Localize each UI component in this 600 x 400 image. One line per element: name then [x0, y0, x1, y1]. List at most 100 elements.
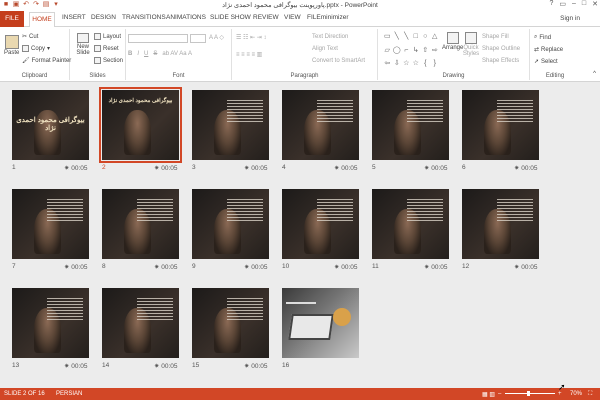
replace-button[interactable]: ⇄ Replace [534, 46, 563, 54]
slide-thumbnail[interactable]: بیوگرافی محمود احمدی نژاد [99, 87, 182, 163]
slide-number: 8 [102, 263, 106, 270]
minimize-icon[interactable]: – [572, 0, 576, 8]
slide-title: بیوگرافی محمود احمدی نژاد [16, 117, 85, 132]
slide-thumbnail[interactable] [282, 90, 359, 160]
window-title: پاورپوینت بیوگرافی محمود احمدی نژاد.pptx… [222, 2, 378, 9]
slide-thumbnail[interactable] [102, 189, 179, 259]
font-name-combo[interactable] [128, 34, 188, 43]
quick-styles-button[interactable]: Quick Styles [462, 32, 480, 57]
view-buttons[interactable]: ▦ ▥ [482, 391, 495, 398]
slide-thumbnail[interactable] [372, 189, 449, 259]
close-icon[interactable]: ✕ [592, 0, 598, 8]
slide-timing: ✷ 00:05 [334, 264, 358, 271]
tab-fileminimizer[interactable]: FILEminimizer [307, 14, 349, 21]
tab-review[interactable]: REVIEW [253, 14, 279, 21]
reset-button[interactable]: Reset [94, 45, 119, 52]
slide-thumbnail[interactable] [12, 288, 89, 358]
scissors-icon: ✂ [22, 34, 28, 40]
text-direction-button[interactable]: Text Direction [312, 34, 348, 40]
paste-icon [4, 35, 19, 49]
slide-thumbnail[interactable] [462, 90, 539, 160]
slide-thumbnail[interactable] [282, 288, 359, 358]
zoom-slider[interactable] [505, 393, 555, 394]
drawing-label: Drawing [442, 73, 465, 79]
zoom-level[interactable]: 70% [570, 391, 582, 397]
slide-number: 10 [282, 263, 290, 270]
slide-number: 3 [192, 164, 196, 171]
format-painter-button[interactable]: 🖌 Format Painter [22, 57, 71, 65]
fit-slide-icon[interactable]: ⛶ [588, 391, 592, 398]
arrange-button[interactable]: Arrange [442, 32, 463, 51]
slide-thumbnail[interactable] [462, 189, 539, 259]
help-icon[interactable]: ? [549, 0, 553, 8]
sign-in-link[interactable]: Sign in [560, 15, 580, 22]
select-button[interactable]: ➚ Select [534, 58, 558, 66]
slide-counter: SLIDE 2 OF 16 [4, 391, 45, 397]
layout-button[interactable]: Layout [94, 33, 121, 40]
font-size-buttons[interactable]: A A ◇ [209, 34, 224, 41]
list-buttons[interactable]: ☰ ☷ ⇤ ⇥ ↕ [236, 34, 266, 41]
slide-number: 1 [12, 164, 16, 171]
paste-button[interactable]: Paste [4, 35, 19, 56]
slide-timing: ✷ 00:05 [244, 264, 268, 271]
slide-number: 6 [462, 164, 466, 171]
slide-thumbnail[interactable] [372, 90, 449, 160]
section-icon [94, 57, 101, 64]
new-slide-button[interactable]: New Slide [74, 33, 92, 56]
slide-number: 4 [282, 164, 286, 171]
mouse-cursor-icon: ➚ [558, 382, 566, 392]
slide-timing: ✷ 00:05 [154, 165, 178, 172]
slide-number: 14 [102, 362, 110, 369]
replace-icon: ⇄ [534, 47, 540, 53]
tab-animations[interactable]: ANIMATIONS [166, 14, 206, 21]
arrange-icon [446, 32, 459, 44]
cut-button[interactable]: ✂ Cut [22, 33, 38, 41]
shapes-gallery[interactable]: ▭ ╲ ╲ □ ○ △ ▱ ◯ ⌐ ↳ ⇧ ⇨ ⇦ ⇩ ☆ ☆{} [383, 32, 439, 72]
section-button[interactable]: Section [94, 57, 123, 64]
slide-thumbnail[interactable] [12, 189, 89, 259]
font-size-combo[interactable] [190, 34, 206, 43]
tab-insert[interactable]: INSERT [62, 14, 86, 21]
shape-effects-button[interactable]: Shape Effects [482, 58, 519, 64]
copy-button[interactable]: Copy ▾ [22, 45, 50, 52]
title-bar: ■ ▣ ↶ ↷ ▤ ▾ پاورپوینت بیوگرافی محمود احم… [0, 0, 600, 11]
new-slide-icon [77, 33, 89, 43]
align-buttons[interactable]: ≡ ≡ ≡ ≡ ▥ [236, 51, 262, 58]
tab-transitions[interactable]: TRANSITIONS [122, 14, 166, 21]
chevron-down-icon: ▾ [47, 46, 51, 52]
convert-smartart-button[interactable]: Convert to SmartArt [312, 58, 365, 64]
slide-thumbnail[interactable] [102, 288, 179, 358]
copy-icon [22, 45, 29, 52]
tab-slide-show[interactable]: SLIDE SHOW [210, 14, 251, 21]
ribbon: Paste ✂ Cut Copy ▾ 🖌 Format Painter Clipboa… [0, 27, 600, 82]
slide-thumbnail[interactable] [192, 189, 269, 259]
layout-icon [94, 33, 101, 40]
cursor-icon: ➚ [534, 59, 540, 65]
slide-thumbnail[interactable] [192, 90, 269, 160]
tab-home[interactable]: HOME [29, 12, 55, 28]
shape-fill-button[interactable]: Shape Fill [482, 34, 509, 40]
tab-view[interactable]: VIEW [284, 14, 301, 21]
shape-outline-button[interactable]: Shape Outline [482, 46, 520, 52]
zoom-out-button[interactable]: – [498, 391, 501, 397]
slide-number: 16 [282, 362, 290, 369]
editing-label: Editing [545, 73, 565, 79]
status-bar: SLIDE 2 OF 16 PERSIAN ▦ ▥ – + 70% ⛶ [0, 388, 600, 400]
slides-label: Slides [89, 73, 106, 79]
collapse-ribbon-icon[interactable]: ^ [593, 71, 596, 77]
font-format-buttons[interactable]: B I U Sab AV Aa A [128, 51, 192, 57]
tab-design[interactable]: DESIGN [91, 14, 116, 21]
tab-file[interactable]: FILE [0, 11, 24, 27]
paragraph-label: Paragraph [290, 73, 319, 79]
slide-timing: ✷ 00:05 [514, 165, 538, 172]
slide-number: 15 [192, 362, 200, 369]
slide-thumbnail[interactable]: بیوگرافی محمود احمدی نژاد [12, 90, 89, 160]
align-text-button[interactable]: Align Text [312, 46, 338, 52]
slide-thumbnail[interactable] [192, 288, 269, 358]
slide-timing: ✷ 00:05 [244, 363, 268, 370]
maximize-icon[interactable]: □ [582, 0, 586, 8]
zoom-slider-knob[interactable] [527, 391, 530, 396]
find-button[interactable]: ⌕ Find [534, 34, 551, 41]
slide-thumbnail[interactable] [282, 189, 359, 259]
ribbon-display-icon[interactable]: ▭ [559, 0, 566, 8]
